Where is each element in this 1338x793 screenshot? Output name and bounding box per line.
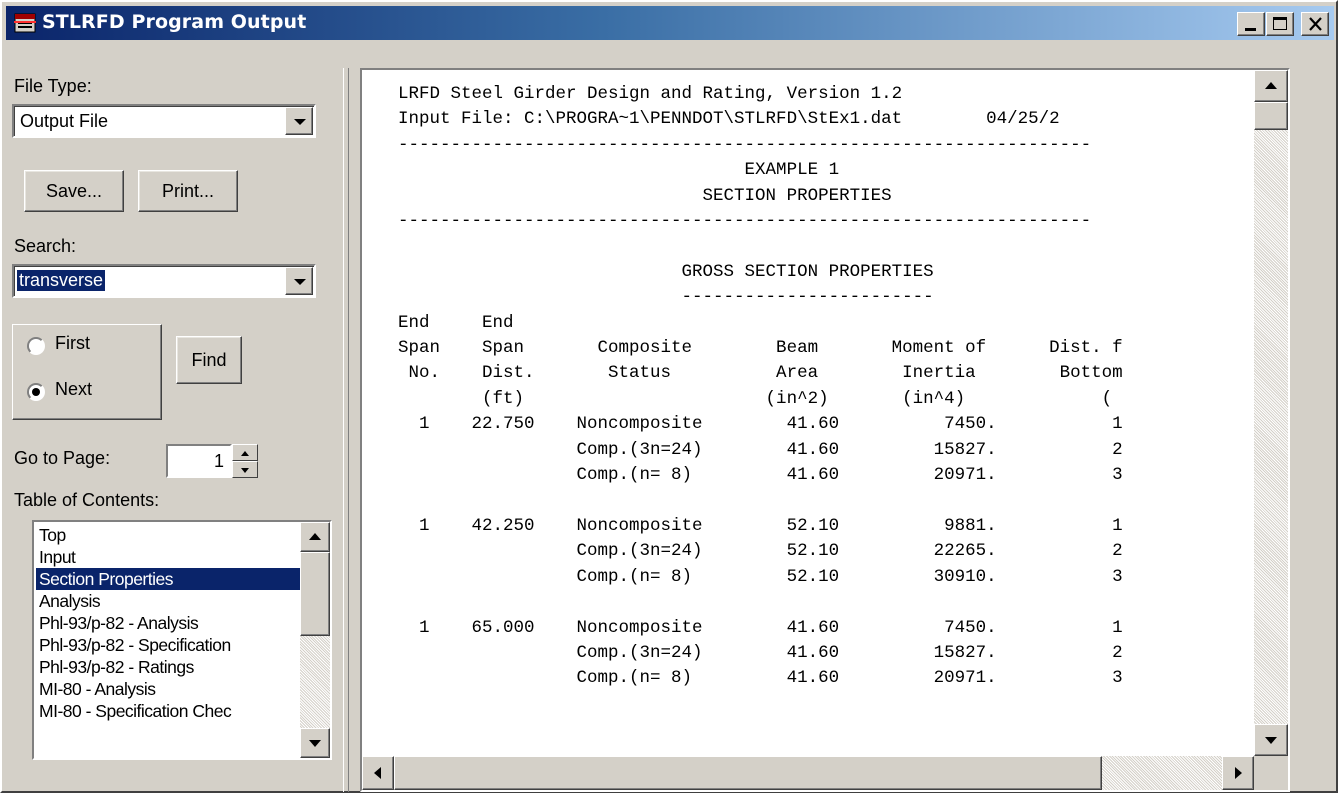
output-viewer[interactable]: LRFD Steel Girder Design and Rating, Ver… — [360, 68, 1290, 792]
find-button[interactable]: Find — [176, 336, 242, 384]
report-line: SECTION PROPERTIES — [398, 185, 892, 206]
output-hscroll-thumb[interactable] — [394, 756, 1102, 790]
toc-item-input[interactable]: Input — [36, 546, 300, 568]
report-line: 1 42.250 Noncomposite 52.10 9881. 1 — [398, 515, 1123, 536]
close-icon — [1309, 17, 1322, 31]
arrow-down-icon — [309, 740, 321, 747]
report-line: ------------------------ — [398, 287, 934, 308]
output-horizontal-scrollbar[interactable] — [362, 756, 1254, 790]
title-bar[interactable]: STLRFD Program Output — [6, 6, 1334, 40]
app-window: STLRFD Program Output File Type: Output … — [0, 0, 1338, 793]
arrow-right-icon — [1235, 767, 1242, 779]
report-line: Input File: C:\PROGRA~1\PENNDOT\STLRFD\S… — [398, 109, 1060, 130]
report-line: Comp.(n= 8) 41.60 20971. 3 — [398, 668, 1123, 689]
toc-item-top[interactable]: Top — [36, 524, 300, 546]
report-line: ----------------------------------------… — [398, 211, 1092, 232]
maximize-icon — [1273, 17, 1287, 30]
toc-scroll-down-button[interactable] — [300, 728, 330, 758]
toc-listbox[interactable]: Top Input Section Properties Analysis Ph… — [32, 520, 332, 760]
search-dropdown-button[interactable] — [285, 267, 313, 295]
report-line: Comp.(3n=24) 41.60 15827. 2 — [398, 642, 1123, 663]
goto-page-value: 1 — [213, 451, 224, 471]
toc-scrollbar[interactable] — [300, 522, 330, 758]
save-button[interactable]: Save... — [24, 170, 124, 212]
report-line: Comp.(3n=24) 52.10 22265. 2 — [398, 541, 1123, 562]
report-line: (ft) (in^2) (in^4) ( — [398, 388, 1113, 409]
toc-item-phl-specification[interactable]: Phl-93/p-82 - Specification — [36, 634, 300, 656]
minimize-icon — [1245, 28, 1256, 31]
arrow-up-icon — [241, 451, 249, 456]
toc-label: Table of Contents: — [14, 490, 160, 510]
goto-page-input[interactable]: 1 — [166, 444, 232, 478]
search-input[interactable]: transverse — [12, 264, 316, 298]
arrow-down-icon — [1265, 737, 1277, 744]
radio-next[interactable] — [27, 383, 45, 401]
search-label: Search: — [14, 236, 77, 256]
output-scroll-right-button[interactable] — [1222, 756, 1254, 790]
search-direction-group: First Next — [12, 324, 162, 420]
toc-item-section-properties[interactable]: Section Properties — [36, 568, 300, 590]
print-button[interactable]: Print... — [138, 170, 238, 212]
close-button[interactable] — [1301, 12, 1329, 36]
report-line: 1 22.750 Noncomposite 41.60 7450. 1 — [398, 414, 1123, 435]
report-line: Comp.(n= 8) 52.10 30910. 3 — [398, 566, 1123, 587]
output-vertical-scrollbar[interactable] — [1254, 70, 1288, 756]
report-line: Comp.(n= 8) 41.60 20971. 3 — [398, 465, 1123, 486]
minimize-button[interactable] — [1237, 12, 1265, 36]
arrow-up-icon — [309, 533, 321, 540]
app-window-icon[interactable] — [14, 12, 36, 34]
radio-first[interactable] — [27, 337, 45, 355]
radio-selected-dot — [32, 388, 40, 396]
toc-item-ml-specification[interactable]: MI-80 - Specification Chec — [36, 700, 300, 722]
output-scroll-up-button[interactable] — [1254, 70, 1288, 102]
arrow-left-icon — [374, 767, 381, 779]
report-line: Comp.(3n=24) 41.60 15827. 2 — [398, 439, 1123, 460]
window-title: STLRFD Program Output — [42, 11, 307, 33]
arrow-up-icon — [1265, 82, 1277, 89]
report-line: No. Dist. Status Area Inertia Bottom — [398, 363, 1123, 384]
goto-page-label: Go to Page: — [14, 448, 111, 468]
file-type-dropdown-button[interactable] — [285, 107, 313, 135]
panel-splitter[interactable] — [343, 68, 349, 792]
chevron-down-icon — [294, 279, 306, 285]
spin-down-button[interactable] — [232, 461, 258, 478]
report-line: Span Span Composite Beam Moment of Dist.… — [398, 338, 1123, 359]
spin-up-button[interactable] — [232, 444, 258, 461]
radio-next-label: Next — [55, 379, 93, 399]
page-spinner[interactable] — [232, 444, 258, 478]
report-text-area[interactable]: LRFD Steel Girder Design and Rating, Ver… — [362, 70, 1254, 756]
search-value: transverse — [17, 270, 106, 291]
maximize-button[interactable] — [1266, 12, 1294, 36]
output-scroll-left-button[interactable] — [362, 756, 394, 790]
toc-item-analysis[interactable]: Analysis — [36, 590, 300, 612]
scrollbar-corner — [1254, 756, 1288, 790]
output-scroll-thumb[interactable] — [1254, 102, 1288, 130]
toc-scroll-up-button[interactable] — [300, 522, 330, 552]
radio-first-label: First — [55, 333, 90, 353]
chevron-down-icon — [294, 119, 306, 125]
report-line: GROSS SECTION PROPERTIES — [398, 261, 934, 282]
report-line: EXAMPLE 1 — [398, 160, 840, 181]
toc-item-phl-ratings[interactable]: Phl-93/p-82 - Ratings — [36, 656, 300, 678]
report-line: ----------------------------------------… — [398, 134, 1092, 155]
toc-item-ml-analysis[interactable]: MI-80 - Analysis — [36, 678, 300, 700]
toc-scroll-thumb[interactable] — [300, 552, 330, 636]
report-line: 1 65.000 Noncomposite 41.60 7450. 1 — [398, 617, 1123, 638]
report-text: LRFD Steel Girder Design and Rating, Ver… — [398, 82, 1123, 692]
toc-item-phl-analysis[interactable]: Phl-93/p-82 - Analysis — [36, 612, 300, 634]
report-line: LRFD Steel Girder Design and Rating, Ver… — [398, 84, 903, 104]
file-type-value: Output File — [20, 111, 109, 131]
toc-list: Top Input Section Properties Analysis Ph… — [36, 524, 300, 722]
file-type-select[interactable]: Output File — [12, 104, 316, 138]
report-line: End End — [398, 312, 514, 333]
arrow-down-icon — [241, 468, 249, 473]
file-type-label: File Type: — [14, 76, 92, 96]
output-scroll-down-button[interactable] — [1254, 724, 1288, 756]
